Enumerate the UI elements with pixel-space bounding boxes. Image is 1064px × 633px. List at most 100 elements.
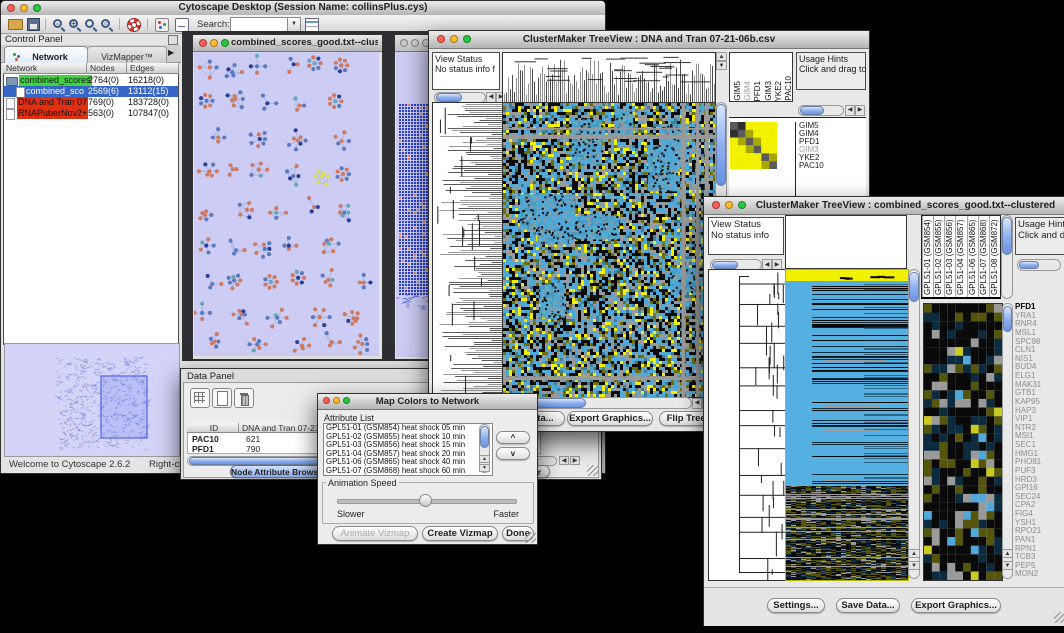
zoom-window-icon[interactable] [738,201,746,209]
network-edges: 107847(0) [128,108,169,119]
heatmap-canvas[interactable] [502,102,716,398]
column-dendrogram-area[interactable] [785,215,907,269]
move-up-button[interactable]: ^ [496,431,530,444]
column-header-network[interactable]: Network [3,63,87,74]
save-icon[interactable] [27,18,40,31]
column-labels-vscrollbar[interactable] [1001,215,1013,299]
zoom-window-icon[interactable] [221,39,229,47]
mini-heatmap-vscrollbar[interactable] [1002,303,1013,579]
attribute-browser-icon[interactable] [190,388,210,408]
treeview2-titlebar[interactable]: ClusterMaker TreeView : combined_scores_… [704,197,1064,215]
search-input[interactable] [230,17,289,32]
column-label[interactable]: GIM3 [764,81,772,101]
scroll-left-icon[interactable]: ◀ [559,456,569,465]
open-file-icon[interactable] [8,19,23,30]
annotation-icon[interactable] [175,18,189,32]
main-titlebar[interactable]: Cytoscape Desktop (Session Name: collins… [1,1,605,16]
help-lifesaver-icon[interactable] [127,18,141,32]
close-icon[interactable] [712,201,720,209]
move-down-button[interactable]: v [496,447,530,460]
zoom-selected-icon[interactable]: ▫ [101,19,110,28]
scroll-up-icon[interactable]: ▲ [716,52,727,61]
node-attribute-browser-tab[interactable]: Node Attribute Brows... [230,465,324,478]
column-label[interactable]: PFD1 [753,81,761,101]
zoom-out-icon[interactable]: - [53,19,62,28]
desktop: Cytoscape Desktop (Session Name: collins… [0,0,1064,633]
scroll-down-icon[interactable]: ▼ [479,464,490,472]
column-label[interactable]: GIM4 [743,81,751,101]
column-label[interactable]: GPL51-06 (GSM865) [967,216,978,297]
vizmapper-icon[interactable] [155,18,169,32]
delete-attribute-trash-icon[interactable] [234,388,254,408]
scroll-up-icon[interactable]: ▲ [1002,549,1013,558]
minimize-icon[interactable] [725,201,733,209]
resize-grip[interactable] [1054,612,1064,623]
column-label[interactable]: GPL51-04 (GSM857) [955,216,966,297]
mini-heatmap-canvas[interactable] [730,122,777,169]
column-label[interactable]: PAC10 [784,76,792,101]
animate-vizmap-button[interactable]: Animate Vizmap [332,526,418,541]
column-label[interactable]: GPL51-01 (GSM854) [922,216,933,297]
heatmap-canvas[interactable] [785,269,909,581]
resize-grip[interactable] [587,465,598,476]
tab-more-icon[interactable]: ▶ [168,48,174,57]
mini-heatmap-canvas[interactable] [923,303,1003,581]
gene-label[interactable]: MON2 [1015,570,1064,579]
scroll-left-icon[interactable]: ◀ [692,398,702,409]
network-overview-thumbnail[interactable] [4,343,180,457]
network-view-titlebar[interactable]: combined_scores_good.txt--cluste... [193,35,382,52]
export-graphics-button[interactable]: Export Graphics... [911,598,1001,613]
new-attribute-icon[interactable] [212,388,232,408]
close-icon[interactable] [199,39,207,47]
export-graphics-button[interactable]: Export Graphics... [567,411,653,426]
scroll-down-icon[interactable]: ▼ [1002,561,1013,570]
scroll-down-icon[interactable]: ▼ [716,61,727,70]
gene-label[interactable]: PAC10 [799,162,865,170]
column-label[interactable]: YKE2 [774,81,782,101]
scroll-down-icon[interactable]: ▼ [908,561,920,570]
zoom-fit-icon[interactable] [85,19,94,28]
row-dendrogram-canvas[interactable] [432,102,504,398]
data-column-id[interactable]: ID [187,423,239,433]
usage-hints-hscrollbar[interactable] [1017,259,1061,271]
table-row-selected[interactable]: combined_sco 2569(6) 13112(15) [4,86,178,97]
column-label[interactable]: GPL51-03 (GSM856) [944,216,955,297]
import-table-icon[interactable] [305,18,319,32]
scroll-up-icon[interactable]: ▲ [908,549,920,558]
table-row[interactable]: combined_scores 2764(0) 16218(0) [4,75,178,86]
column-header-nodes[interactable]: Nodes [87,63,127,74]
column-label[interactable]: GIM5 [733,81,741,101]
treeview1-titlebar[interactable]: ClusterMaker TreeView : DNA and Tran 07-… [429,31,869,49]
attribute-list[interactable]: GPL51-01 (GSM854) heat shock 05 minGPL51… [323,423,493,476]
network-view-canvas[interactable] [194,52,379,356]
tab-vizmapper[interactable]: VizMapper™ [87,46,167,63]
minimize-icon[interactable] [210,39,218,47]
float-panel-icon[interactable] [168,35,178,45]
row-dendrogram-canvas[interactable] [708,269,787,581]
column-label[interactable]: GPL51-02 (GSM855) [933,216,944,297]
column-label[interactable]: GPL51-08 (GSM872) [989,216,1000,297]
tab-network[interactable]: Network [4,46,88,63]
column-dendrogram-canvas[interactable] [502,52,716,104]
attribute-list-item[interactable]: GPL51-07 (GSM868) heat shock 60 min [324,467,492,476]
minimize-icon[interactable] [411,39,419,47]
column-header-edges[interactable]: Edges [127,63,179,74]
table-row[interactable]: RNAPuberNov2+ 563(0) 107847(0) [4,108,178,119]
settings-button[interactable]: Settings... [767,598,825,613]
dialog-titlebar[interactable]: Map Colors to Network [318,394,537,410]
search-dropdown-icon[interactable]: ▼ [287,17,301,32]
heatmap-vscrollbar[interactable] [908,269,920,579]
usage-hints-hscrollbar[interactable] [798,105,844,116]
column-label[interactable]: GPL51-07 (GSM868) [978,216,989,297]
zoom-in-icon[interactable]: + [69,19,78,28]
scroll-right-icon[interactable]: ▶ [855,105,865,116]
scroll-right-icon[interactable]: ▶ [570,456,580,465]
speed-slider-thumb[interactable] [419,494,432,507]
save-data-button[interactable]: Save Data... [836,598,900,613]
scroll-up-icon[interactable]: ▲ [479,455,490,463]
create-vizmap-button[interactable]: Create Vizmap [422,526,498,541]
table-row[interactable]: DNA and Tran 07 769(0) 183728(0) [4,97,178,108]
scroll-left-icon[interactable]: ◀ [845,105,855,116]
resize-grip[interactable] [525,532,536,543]
close-icon[interactable] [400,39,408,47]
